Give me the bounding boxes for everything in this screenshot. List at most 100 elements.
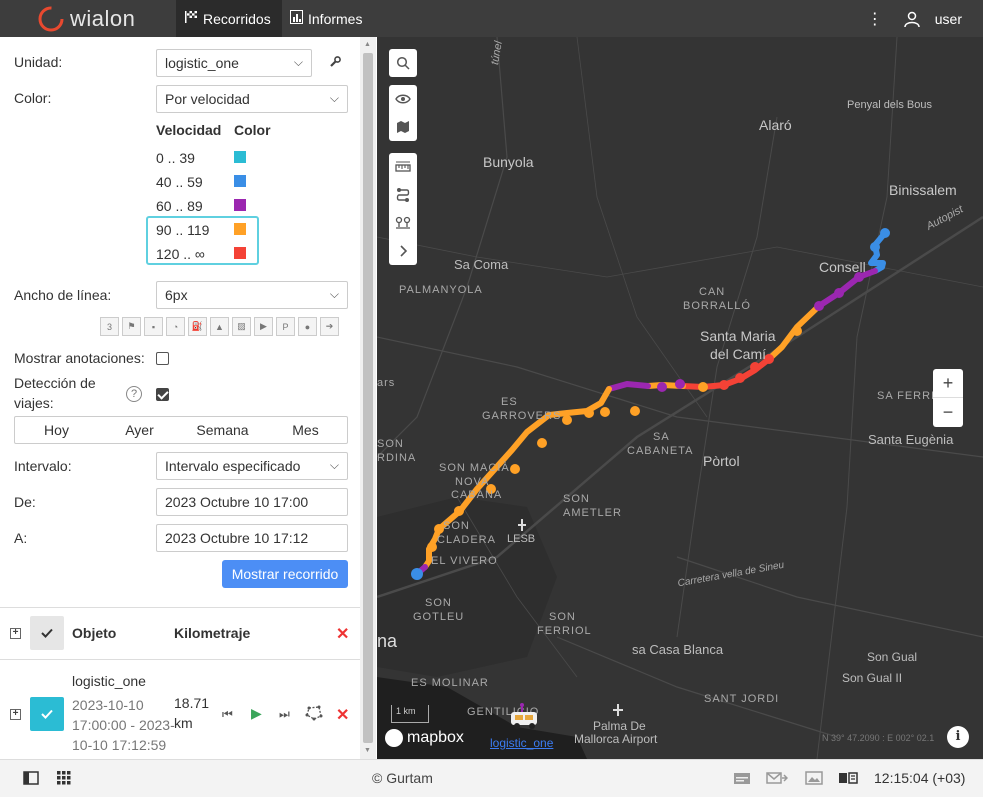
row-unit-name[interactable]: logistic_one	[72, 673, 146, 689]
map-label: GOTLEU	[413, 611, 465, 623]
event-flag-icon[interactable]: ▲	[210, 317, 229, 336]
user-icon[interactable]	[903, 10, 921, 28]
line-width-label: Ancho de línea:	[14, 287, 112, 303]
annotations-checkbox[interactable]	[156, 352, 169, 365]
notifications-icon[interactable]	[733, 771, 751, 789]
map-scale: 1 km	[391, 705, 429, 723]
map-label: EL VIVERO	[431, 555, 498, 567]
search-icon[interactable]	[389, 49, 417, 77]
interval-value: Intervalo especificado	[165, 458, 301, 474]
trip-icon[interactable]: ▪	[144, 317, 163, 336]
row-mileage-unit: km	[174, 715, 193, 731]
mapbox-logo[interactable]: mapbox	[385, 729, 464, 747]
legend-swatch[interactable]	[234, 151, 246, 163]
period-today[interactable]: Hoy	[15, 417, 98, 443]
map-label: SON	[425, 597, 452, 609]
more-menu-icon[interactable]: ⋮	[865, 9, 885, 29]
top-bar: wialon Recorridos Informes ⋮ user	[0, 0, 983, 37]
track-shape-icon[interactable]	[305, 704, 323, 725]
map-label: Pòrtol	[703, 453, 740, 469]
map-icon[interactable]	[389, 113, 417, 141]
from-date-field[interactable]: 2023 Octubre 10 17:00	[156, 488, 348, 516]
scroll-thumb[interactable]	[363, 53, 373, 743]
expand-row-icon[interactable]: +	[10, 709, 21, 720]
from-label: De:	[14, 494, 36, 510]
map-unit-label[interactable]: logistic_one	[490, 736, 553, 750]
to-date-field[interactable]: 2023 Octubre 10 17:12	[156, 524, 348, 552]
log-book-icon[interactable]	[838, 771, 858, 789]
scroll-up-arrow-icon[interactable]: ▲	[364, 41, 371, 48]
fuel-station-icon[interactable]: ⛽	[188, 317, 207, 336]
wialon-logo[interactable]: wialon	[38, 6, 135, 32]
unit-select[interactable]: logistic_one ⌵	[156, 49, 312, 77]
image-icon[interactable]: ▨	[232, 317, 251, 336]
map-label: SON MACIÀ	[439, 462, 510, 474]
messages-icon[interactable]	[766, 771, 789, 789]
legend-swatch[interactable]	[234, 199, 246, 211]
parking-icon[interactable]: P	[276, 317, 295, 336]
row-time-range-2: 17:00:00 - 2023-	[72, 717, 175, 733]
flag-checkered-icon	[184, 10, 198, 27]
map-label: ES	[501, 396, 518, 408]
check-icon	[41, 628, 53, 638]
zoom-control: + −	[933, 369, 963, 427]
scroll-down-arrow-icon[interactable]: ▼	[364, 747, 371, 754]
expand-all-icon[interactable]: +	[10, 628, 21, 639]
rewind-icon[interactable]: ⏮	[222, 707, 233, 722]
legend-swatch[interactable]	[234, 175, 246, 187]
select-all-checkbox[interactable]	[30, 616, 64, 650]
direction-arrow-icon[interactable]: ➔	[320, 317, 339, 336]
user-name[interactable]: user	[935, 11, 962, 27]
zoom-out-button[interactable]: −	[933, 398, 963, 427]
col-object-header[interactable]: Objeto	[72, 625, 116, 641]
vehicle-marker-icon[interactable]	[505, 703, 541, 731]
period-week[interactable]: Semana	[181, 417, 264, 443]
apps-grid-icon[interactable]	[57, 771, 71, 789]
panel-toggle-icon[interactable]	[23, 771, 39, 789]
gallery-icon[interactable]	[805, 771, 823, 789]
row-time-range-3: 10-10 17:12:59	[72, 737, 167, 753]
map-label: SON	[443, 520, 470, 532]
color-label: Color:	[14, 90, 52, 106]
help-icon[interactable]: ?	[126, 386, 142, 402]
tab-recorridos[interactable]: Recorridos	[176, 0, 282, 37]
route-icon[interactable]	[389, 181, 417, 209]
panel-scrollbar[interactable]: ▲ ▼	[360, 37, 376, 759]
color-select[interactable]: Por velocidad ⌵	[156, 85, 348, 113]
col-mileage-header[interactable]: Kilometraje	[174, 625, 250, 641]
tab-informes[interactable]: Informes	[282, 0, 378, 37]
chevron-right-icon[interactable]	[389, 237, 417, 265]
map-search-tool	[389, 49, 417, 77]
fuel-gauge-icon[interactable]: ◔	[166, 317, 185, 336]
row-checkbox[interactable]	[30, 697, 64, 731]
period-month[interactable]: Mes	[264, 417, 347, 443]
interval-select[interactable]: Intervalo especificado ⌵	[156, 452, 348, 480]
show-track-button[interactable]: Mostrar recorrido	[222, 560, 348, 588]
map-label: Penyal dels Bous	[847, 99, 932, 111]
delete-row-icon[interactable]: ✕	[336, 705, 349, 725]
video-icon[interactable]: ▶	[254, 317, 273, 336]
period-yesterday[interactable]: Ayer	[98, 417, 181, 443]
geofence-pins-icon[interactable]	[389, 209, 417, 237]
play-icon[interactable]: ▶	[251, 705, 262, 722]
legend-swatch[interactable]	[234, 247, 246, 259]
to-date-value: 2023 Octubre 10 17:12	[165, 530, 309, 546]
chevron-down-icon: ⌵	[329, 91, 339, 105]
trip-detect-checkbox[interactable]	[156, 388, 169, 401]
eye-icon[interactable]	[389, 85, 417, 113]
stop-icon[interactable]: ●	[298, 317, 317, 336]
flags-icon[interactable]: ⚑	[122, 317, 141, 336]
ruler-icon[interactable]	[389, 153, 417, 181]
legend-swatch[interactable]	[234, 223, 246, 235]
points-count-icon[interactable]: 3	[100, 317, 119, 336]
info-icon[interactable]: i	[947, 726, 969, 748]
delete-all-icon[interactable]: ✕	[336, 624, 349, 644]
line-width-select[interactable]: 6px ⌵	[156, 281, 348, 309]
unit-label: Unidad:	[14, 54, 63, 70]
map-label: SON	[563, 493, 590, 505]
map-label: na	[377, 631, 398, 651]
map-view[interactable]: Alaró Penyal dels Bous Bunyola Binissale…	[377, 37, 983, 759]
fast-forward-icon[interactable]: ⏭	[279, 707, 290, 722]
zoom-in-button[interactable]: +	[933, 369, 963, 398]
wrench-icon[interactable]	[328, 55, 342, 72]
